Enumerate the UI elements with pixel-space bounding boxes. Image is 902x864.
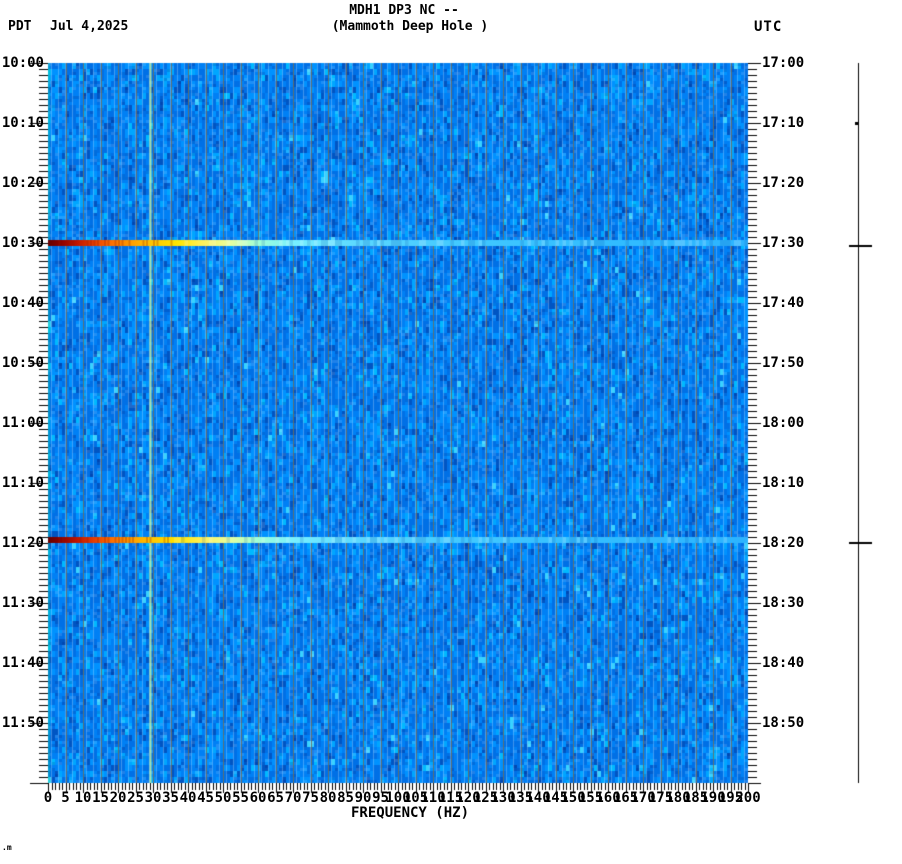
right-time-label: 17:50	[762, 355, 805, 371]
frequency-tick-label: 30	[144, 790, 162, 806]
right-time-label: 17:40	[762, 295, 805, 311]
left-time-label: 10:10	[1, 115, 44, 131]
chart-subtitle: (Mammoth Deep Hole )	[331, 19, 489, 34]
frequency-tick-label: 5	[61, 790, 70, 806]
left-time-label: 11:10	[1, 475, 44, 491]
frequency-tick-label: 35	[162, 790, 179, 806]
frequency-tick-label: 70	[284, 790, 302, 806]
frequency-tick-label: 60	[249, 790, 267, 806]
frequency-tick-label: 90	[354, 790, 372, 806]
frequency-tick-label: 200	[735, 790, 761, 806]
watermark: .m	[2, 843, 12, 852]
frequency-tick-label: 0	[43, 790, 53, 806]
frequency-tick-label: 10	[74, 790, 92, 806]
right-time-label: 18:30	[762, 595, 805, 611]
timezone-right-label: UTC	[754, 19, 783, 35]
frequency-tick-label: 75	[302, 790, 319, 806]
frequency-tick-label: 25	[127, 790, 144, 806]
frequency-tick-label: 45	[197, 790, 214, 806]
left-time-label: 10:40	[1, 295, 44, 311]
frequency-tick-label: 40	[179, 790, 197, 806]
left-time-label: 11:20	[1, 535, 44, 551]
timezone-left-label: PDT	[8, 19, 32, 34]
frequency-tick-label: 80	[319, 790, 337, 806]
chart-title: MDH1 DP3 NC --	[349, 3, 459, 18]
left-time-label: 10:00	[1, 55, 44, 71]
right-time-label: 18:50	[762, 715, 805, 731]
frequency-tick-label: 55	[232, 790, 249, 806]
right-time-label: 18:10	[762, 475, 805, 491]
left-time-label: 10:50	[1, 355, 44, 371]
left-time-label: 10:30	[1, 235, 44, 251]
right-time-label: 17:00	[762, 55, 805, 71]
date-label: Jul 4,2025	[50, 19, 129, 34]
frequency-tick-label: 65	[267, 790, 284, 806]
left-time-label: 11:00	[1, 415, 44, 431]
right-time-label: 17:20	[762, 175, 805, 191]
left-time-label: 11:40	[1, 655, 44, 671]
frequency-tick-label: 20	[109, 790, 127, 806]
frequency-tick-label: 15	[92, 790, 109, 806]
left-time-label: 11:50	[1, 715, 44, 731]
right-time-label: 17:10	[762, 115, 805, 131]
frequency-tick-label: 85	[337, 790, 354, 806]
right-time-label: 17:30	[762, 235, 805, 251]
frequency-axis-title: FREQUENCY (HZ)	[350, 805, 470, 821]
left-time-label: 10:20	[1, 175, 44, 191]
right-time-label: 18:20	[762, 535, 805, 551]
left-time-label: 11:30	[1, 595, 44, 611]
spectrogram-page: PDT Jul 4,2025 MDH1 DP3 NC -- (Mammoth D…	[0, 0, 902, 864]
right-time-label: 18:00	[762, 415, 805, 431]
frequency-tick-label: 50	[214, 790, 232, 806]
right-time-label: 18:40	[762, 655, 805, 671]
